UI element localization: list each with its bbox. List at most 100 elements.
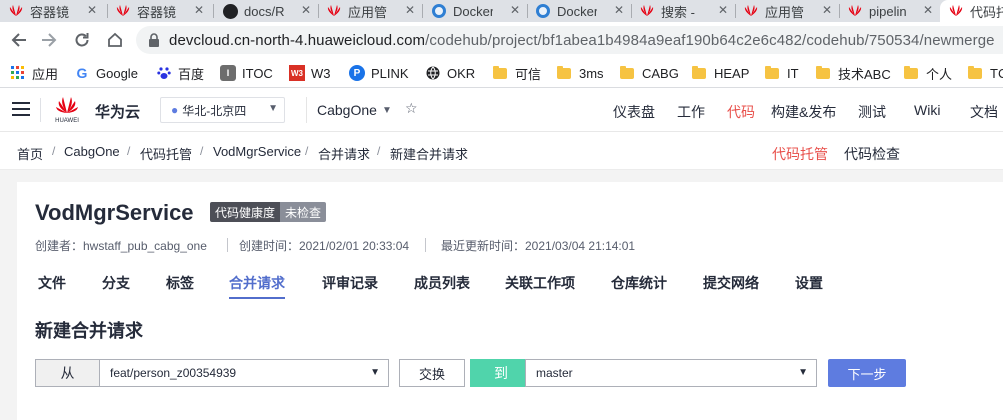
- close-icon[interactable]: ✕: [405, 3, 415, 17]
- reload-icon[interactable]: [70, 28, 94, 52]
- baidu-paw-icon: [156, 65, 172, 81]
- chevron-down-icon: ▼: [268, 103, 278, 114]
- nav-build-release[interactable]: 构建&发布: [771, 102, 836, 122]
- swap-button[interactable]: 交换: [399, 359, 465, 387]
- home-icon[interactable]: [103, 28, 127, 52]
- bookmark-label: ITOC: [242, 65, 273, 81]
- browser-tab-title: 应用管: [348, 4, 388, 20]
- folder-icon: [968, 65, 982, 79]
- forward-arrow-icon[interactable]: [37, 28, 61, 52]
- bookmark-label: TC: [990, 65, 1003, 81]
- folder-icon: [620, 65, 634, 79]
- tab-review-records[interactable]: 评审记录: [322, 273, 378, 293]
- breadcrumb: 首页 / CabgOne / 代码托管 / VodMgrService / 合并…: [0, 132, 1003, 170]
- tab-commit-network[interactable]: 提交网络: [703, 273, 759, 293]
- browser-tab[interactable]: pipelin ✕: [839, 0, 939, 22]
- globe-icon: [425, 65, 441, 81]
- target-branch-select[interactable]: master ▼: [525, 359, 817, 387]
- subnav-code-hosting[interactable]: 代码托管: [772, 144, 828, 164]
- region-label: 华北-北京四: [182, 103, 247, 118]
- repo-title: VodMgrService: [35, 200, 194, 225]
- to-label: 到: [470, 359, 532, 387]
- nav-test[interactable]: 测试: [858, 102, 886, 122]
- browser-tab[interactable]: 搜索 - ✕: [631, 0, 734, 22]
- nav-work[interactable]: 工作: [677, 102, 705, 122]
- folder-icon: [904, 65, 918, 79]
- browser-tab[interactable]: 容器镜 ✕: [0, 0, 103, 22]
- browser-tab-title: pipelin: [869, 3, 907, 19]
- folder-icon: [816, 65, 830, 79]
- browser-tab[interactable]: Docker ✕: [423, 0, 526, 22]
- bookmark-folder-3ms[interactable]: 3ms: [557, 65, 604, 81]
- bookmark-folder-heap[interactable]: HEAP: [692, 65, 749, 81]
- repo-creator: 创建者：hwstaff_pub_cabg_one: [35, 239, 207, 253]
- region-select[interactable]: ● 华北-北京四 ▼: [160, 97, 285, 123]
- breadcrumb-current: 新建合并请求: [390, 147, 469, 162]
- close-icon[interactable]: ✕: [718, 3, 728, 17]
- project-select[interactable]: CabgOne ▼: [306, 97, 392, 123]
- nav-docs[interactable]: 文档: [970, 102, 998, 122]
- breadcrumb-home[interactable]: 首页: [17, 144, 43, 163]
- breadcrumb-project[interactable]: CabgOne: [64, 144, 120, 159]
- close-icon[interactable]: ✕: [923, 3, 933, 17]
- address-bar[interactable]: devcloud.cn-north-4.huaweicloud.com/code…: [136, 26, 1003, 54]
- docker-icon: [535, 3, 551, 19]
- url-text: devcloud.cn-north-4.huaweicloud.com/code…: [169, 32, 995, 49]
- close-icon[interactable]: ✕: [87, 3, 97, 17]
- tab-branches[interactable]: 分支: [102, 273, 130, 293]
- menu-icon[interactable]: [12, 102, 30, 116]
- nav-dashboard[interactable]: 仪表盘: [613, 102, 655, 122]
- nav-wiki[interactable]: Wiki: [914, 102, 940, 118]
- nav-code[interactable]: 代码: [727, 102, 755, 122]
- browser-tab[interactable]: 容器镜 ✕: [107, 0, 210, 22]
- close-icon[interactable]: ✕: [301, 3, 311, 17]
- tab-tags[interactable]: 标签: [166, 273, 194, 293]
- close-icon[interactable]: ✕: [510, 3, 520, 17]
- tab-merge-requests[interactable]: 合并请求: [229, 273, 285, 293]
- subnav-code-check[interactable]: 代码检查: [844, 144, 900, 164]
- health-badge[interactable]: 代码健康度 未检查: [210, 202, 327, 222]
- browser-tab-active[interactable]: 代码托: [940, 0, 1003, 22]
- folder-icon: [493, 65, 507, 79]
- source-branch-select[interactable]: feat/person_z00354939 ▼: [99, 359, 389, 387]
- star-icon[interactable]: ☆: [405, 100, 418, 117]
- browser-tab[interactable]: 应用管 ✕: [318, 0, 421, 22]
- browser-tab-title: 容器镜: [137, 4, 177, 20]
- breadcrumb-repo[interactable]: VodMgrService: [213, 144, 301, 159]
- tab-repo-stats[interactable]: 仓库统计: [611, 273, 667, 293]
- bookmark-folder-kexin[interactable]: 可信: [493, 65, 541, 82]
- back-arrow-icon[interactable]: [7, 28, 31, 52]
- bookmark-w3[interactable]: W3 W3: [289, 65, 331, 81]
- health-value: 未检查: [280, 202, 327, 222]
- breadcrumb-merge-requests[interactable]: 合并请求: [318, 144, 370, 163]
- browser-tab[interactable]: docs/R ✕: [214, 0, 317, 22]
- bookmark-folder-cabg[interactable]: CABG: [620, 65, 679, 81]
- repo-updated-time: 最近更新时间：2021/03/04 21:14:01: [441, 239, 636, 253]
- content-card: VodMgrService 代码健康度 未检查 创建者：hwstaff_pub_…: [17, 182, 1003, 420]
- bookmark-google[interactable]: G Google: [74, 65, 138, 81]
- bookmark-folder-it[interactable]: IT: [765, 65, 799, 81]
- breadcrumb-codehub[interactable]: 代码托管: [140, 144, 192, 163]
- browser-tab[interactable]: Docker ✕: [527, 0, 630, 22]
- bookmark-plink[interactable]: P PLINK: [349, 65, 409, 81]
- close-icon[interactable]: ✕: [194, 3, 204, 17]
- tab-members[interactable]: 成员列表: [414, 273, 470, 293]
- bookmark-baidu[interactable]: 百度: [156, 65, 204, 82]
- browser-tab[interactable]: 应用管 ✕: [735, 0, 838, 22]
- tab-work-items[interactable]: 关联工作项: [505, 273, 575, 293]
- bookmark-okr[interactable]: OKR: [425, 65, 475, 81]
- tab-files[interactable]: 文件: [38, 273, 66, 293]
- close-icon[interactable]: ✕: [614, 3, 624, 17]
- huawei-icon: [948, 3, 964, 19]
- bookmark-apps[interactable]: 应用: [10, 65, 58, 82]
- bookmark-itoc[interactable]: I ITOC: [220, 65, 273, 81]
- bookmark-label: OKR: [447, 65, 476, 81]
- next-step-button[interactable]: 下一步: [828, 359, 906, 387]
- close-icon[interactable]: ✕: [822, 3, 832, 17]
- bookmark-folder-tc[interactable]: TC: [968, 65, 1003, 81]
- folder-icon: [692, 65, 706, 79]
- bookmark-folder-jishu[interactable]: 技术ABC: [816, 65, 891, 82]
- source-branch-value: feat/person_z00354939: [110, 366, 237, 380]
- bookmark-folder-geren[interactable]: 个人: [904, 65, 952, 82]
- tab-settings[interactable]: 设置: [795, 273, 823, 293]
